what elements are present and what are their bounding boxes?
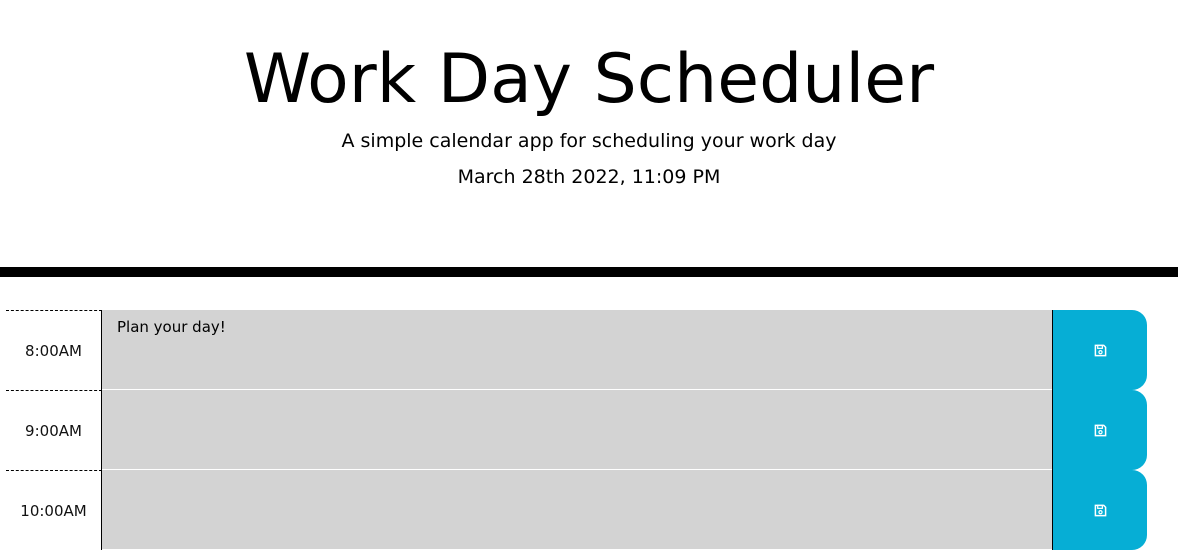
schedule-container: 8:00AM 9:00AM 10:00A [6, 310, 1147, 550]
page-subtitle: A simple calendar app for scheduling you… [341, 130, 837, 152]
hour-label: 9:00AM [6, 390, 102, 470]
time-block-8am: 8:00AM [6, 310, 1147, 390]
time-block-10am: 10:00AM [6, 470, 1147, 550]
save-button[interactable] [1052, 310, 1147, 390]
hour-label: 8:00AM [6, 310, 102, 390]
current-day: March 28th 2022, 11:09 PM [457, 166, 721, 188]
save-button[interactable] [1052, 470, 1147, 550]
floppy-disk-icon [1094, 504, 1107, 517]
header: Work Day Scheduler A simple calendar app… [0, 0, 1178, 267]
floppy-disk-icon [1094, 424, 1107, 437]
save-button[interactable] [1052, 390, 1147, 470]
page-title: Work Day Scheduler [243, 40, 935, 119]
event-description-input[interactable] [102, 470, 1052, 550]
header-divider [0, 267, 1178, 277]
event-description-input[interactable] [102, 390, 1052, 470]
floppy-disk-icon [1094, 344, 1107, 357]
hour-label: 10:00AM [6, 470, 102, 550]
event-description-input[interactable] [102, 310, 1052, 390]
time-block-9am: 9:00AM [6, 390, 1147, 470]
